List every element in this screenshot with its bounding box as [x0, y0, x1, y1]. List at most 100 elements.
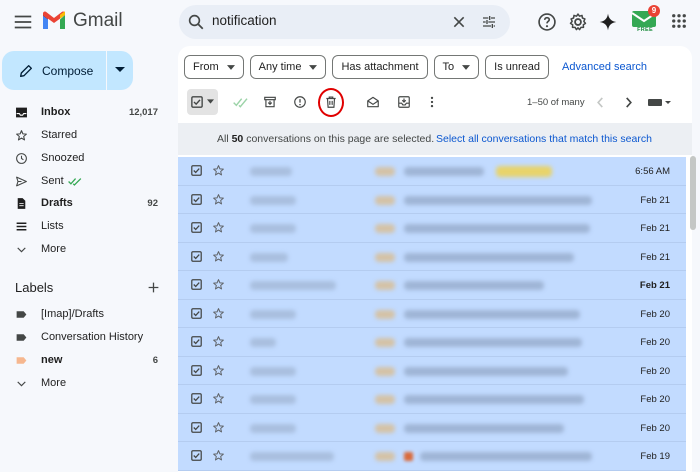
table-row[interactable]: Feb 20 [178, 413, 686, 442]
settings-gear-icon[interactable] [568, 12, 588, 32]
row-checkbox[interactable] [191, 393, 202, 404]
sidebar-item-starred[interactable]: Starred [0, 125, 168, 146]
redacted-label-tag [375, 309, 395, 319]
table-row[interactable]: 6:56 AM [178, 157, 686, 186]
table-row[interactable]: Feb 20 [178, 385, 686, 414]
search-icon[interactable] [187, 13, 205, 31]
redacted-label-tag [375, 224, 395, 233]
table-row[interactable]: Feb 21 [178, 242, 686, 271]
row-star-icon[interactable] [212, 278, 225, 291]
compose-label: Compose [42, 63, 94, 78]
older-page-chevron-right-icon[interactable] [625, 97, 633, 108]
sidebar-item-label: Starred [41, 129, 78, 141]
compose-options-chevron-icon[interactable] [115, 66, 125, 74]
redacted-sender [250, 167, 292, 176]
sidebar-item-snoozed[interactable]: Snoozed [0, 148, 168, 169]
table-row[interactable]: Feb 21 [178, 185, 686, 214]
row-checkbox[interactable] [191, 165, 202, 176]
table-row[interactable]: Feb 21 [178, 214, 686, 243]
gmail-logo[interactable]: Gmail [41, 10, 123, 32]
help-icon[interactable] [537, 12, 557, 32]
label-item-count: 6 [152, 355, 158, 366]
report-spam-icon[interactable] [293, 95, 307, 109]
redacted-label-tag [375, 423, 395, 433]
chevron-down-icon [15, 243, 28, 256]
row-checkbox[interactable] [191, 364, 202, 376]
sidebar-item-drafts[interactable]: Drafts 92 [0, 193, 168, 214]
row-star-icon[interactable] [212, 221, 225, 234]
redacted-sender [250, 309, 296, 319]
selection-banner: All 50 conversations on this page are se… [178, 123, 692, 155]
redacted-label-tag [375, 252, 395, 262]
selection-summary: All 50 conversations on this page are se… [217, 133, 435, 145]
row-checkbox[interactable] [191, 336, 202, 347]
mark-done-double-check-icon[interactable] [233, 95, 249, 109]
search-options-icon[interactable] [481, 14, 497, 30]
filter-from[interactable]: From [184, 55, 244, 79]
sent-double-check-icon [68, 177, 82, 186]
more-options-vertical-icon[interactable] [428, 95, 436, 109]
apps-grid-icon[interactable] [670, 12, 688, 30]
input-tools-keyboard-icon[interactable] [648, 98, 672, 107]
clear-search-icon[interactable] [451, 14, 467, 30]
row-star-icon[interactable] [212, 364, 225, 377]
redacted-label-tag [375, 366, 395, 376]
row-checkbox[interactable] [191, 307, 202, 319]
row-star-icon[interactable] [212, 449, 225, 462]
row-star-icon[interactable] [212, 164, 225, 177]
checked-checkbox-icon [191, 193, 202, 205]
label-item-more[interactable]: More [0, 373, 168, 394]
table-row[interactable]: Feb 19 [178, 442, 686, 471]
sidebar-item-inbox[interactable]: Inbox 12,017 [0, 102, 168, 123]
main-menu-button[interactable] [12, 11, 34, 33]
label-item-new[interactable]: new 6 [0, 350, 168, 371]
gemini-sparkle-icon[interactable] [598, 12, 618, 32]
sidebar-item-lists[interactable]: Lists [0, 216, 168, 237]
select-all-dropdown[interactable] [187, 89, 218, 115]
filter-is-unread[interactable]: Is unread [485, 55, 550, 79]
redacted-sender [250, 281, 336, 290]
table-row[interactable]: Feb 20 [178, 328, 686, 357]
redacted-sender [250, 366, 296, 376]
search-filter-chips: From Any time Has attachment To Is unrea… [184, 55, 647, 79]
filter-has-attachment[interactable]: Has attachment [332, 55, 428, 79]
advanced-search-link[interactable]: Advanced search [562, 61, 647, 73]
select-all-matching-link[interactable]: Select all conversations that match this… [436, 133, 652, 145]
row-star-icon[interactable] [212, 193, 225, 206]
table-row[interactable]: Feb 21 [178, 271, 686, 300]
row-checkbox[interactable] [191, 222, 202, 233]
move-to-icon[interactable] [397, 95, 411, 109]
scrollbar[interactable] [690, 156, 696, 230]
newer-page-chevron-left-icon[interactable] [596, 97, 604, 108]
row-checkbox[interactable] [191, 450, 202, 461]
pagination-range[interactable]: 1–50 of many [527, 97, 585, 108]
row-date: Feb 20 [640, 337, 670, 348]
row-star-icon[interactable] [212, 307, 225, 320]
archive-icon[interactable] [263, 95, 277, 109]
row-star-icon[interactable] [212, 392, 225, 405]
label-item-conversation-history[interactable]: Conversation History [0, 327, 168, 348]
compose-split-button: Compose [2, 51, 133, 90]
row-checkbox[interactable] [191, 421, 202, 433]
row-star-icon[interactable] [212, 421, 225, 434]
search-input[interactable] [212, 13, 442, 28]
sidebar-item-more[interactable]: More [0, 239, 168, 260]
row-checkbox[interactable] [191, 193, 202, 205]
filter-any-time[interactable]: Any time [249, 55, 327, 79]
table-row[interactable]: Feb 20 [178, 356, 686, 385]
row-checkbox[interactable] [191, 250, 202, 262]
row-star-icon[interactable] [212, 250, 225, 263]
row-checkbox[interactable] [191, 279, 202, 290]
sidebar-item-sent[interactable]: Sent [0, 171, 168, 192]
table-row[interactable]: Feb 20 [178, 299, 686, 328]
filter-to[interactable]: To [433, 55, 480, 79]
mark-as-read-icon[interactable] [366, 95, 380, 109]
add-label-plus-icon[interactable] [147, 281, 160, 294]
compose-button[interactable]: Compose [2, 51, 105, 90]
row-date: Feb 20 [640, 365, 670, 377]
label-item-imap-drafts[interactable]: [Imap]/Drafts [0, 304, 168, 325]
row-star-icon[interactable] [212, 335, 225, 348]
row-date: Feb 21 [639, 280, 670, 291]
checked-checkbox-icon [191, 450, 202, 461]
search-bar[interactable] [179, 5, 510, 39]
